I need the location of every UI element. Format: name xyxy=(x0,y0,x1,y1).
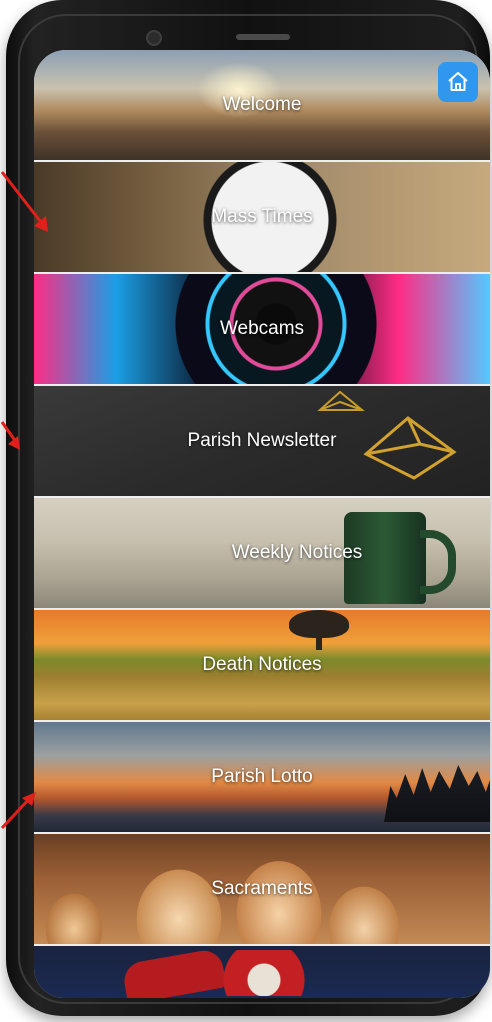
annotation-arrow xyxy=(0,421,20,450)
app-screen: Welcome Mass Times Webcams Parish Newsle… xyxy=(34,50,490,998)
menu-tile-label: Sacraments xyxy=(211,878,313,899)
annotation-arrow xyxy=(0,171,48,232)
menu-tile-label: Parish Newsletter xyxy=(187,430,337,451)
earpiece-speaker xyxy=(236,34,290,40)
menu-tile-weekly-notices[interactable]: Weekly Notices xyxy=(34,498,490,608)
menu-tile-label: Mass Times xyxy=(211,206,313,227)
home-button[interactable] xyxy=(438,62,478,102)
menu-tile-label: Death Notices xyxy=(202,654,322,675)
front-camera xyxy=(146,30,162,46)
menu-tile-parish-newsletter[interactable]: Parish Newsletter xyxy=(34,386,490,496)
annotation-arrow xyxy=(0,792,36,830)
menu-tile-sacraments[interactable]: Sacraments xyxy=(34,834,490,944)
telephone-icon xyxy=(204,950,324,996)
menu-tile-contact[interactable] xyxy=(34,946,490,998)
menu-tile-label: Parish Lotto xyxy=(211,766,313,787)
menu-tile-welcome[interactable]: Welcome xyxy=(34,50,490,160)
menu-tile-webcams[interactable]: Webcams xyxy=(34,274,490,384)
menu-tile-parish-lotto[interactable]: Parish Lotto xyxy=(34,722,490,832)
home-icon xyxy=(448,72,468,91)
menu-tile-label: Webcams xyxy=(219,318,305,339)
menu-tile-death-notices[interactable]: Death Notices xyxy=(34,610,490,720)
menu-tile-mass-times[interactable]: Mass Times xyxy=(34,162,490,272)
menu-tile-label: Weekly Notices xyxy=(231,542,363,563)
menu-tile-label: Welcome xyxy=(222,94,302,115)
tree-trunk-image xyxy=(316,634,322,650)
envelope-icon xyxy=(317,390,365,411)
